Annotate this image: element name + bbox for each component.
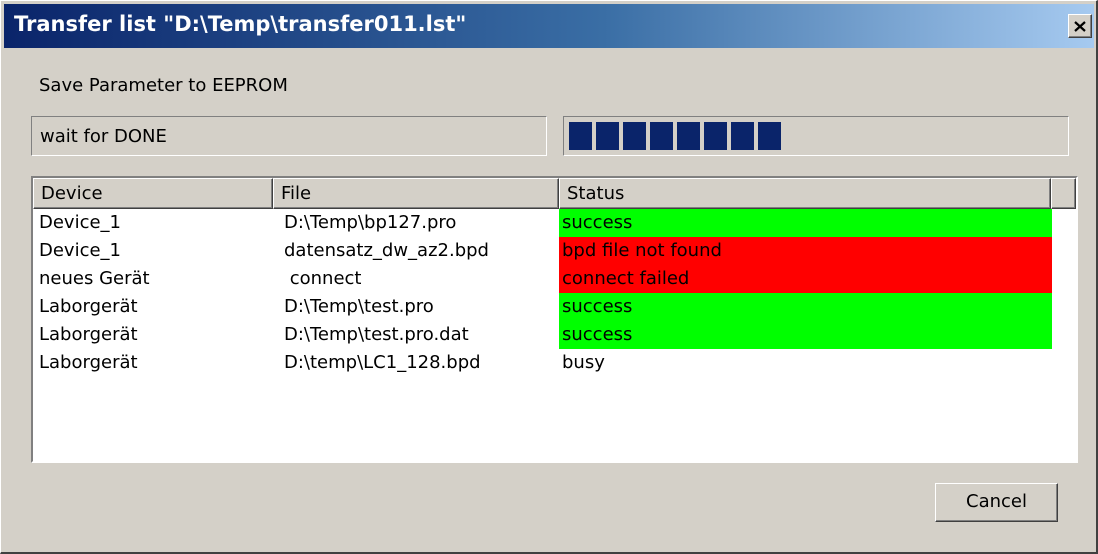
device-cell: neues Gerät — [39, 268, 150, 289]
close-icon — [1074, 20, 1086, 32]
column-header-status[interactable]: Status — [559, 178, 1051, 209]
progress-bar — [563, 116, 1069, 156]
file-cell: D:\Temp\test.pro — [284, 296, 434, 317]
status-text: wait for DONE — [40, 126, 167, 147]
file-cell: D:\Temp\bp127.pro — [284, 212, 457, 233]
table-row[interactable]: Device_1 datensatz_dw_az2.bpd bpd file n… — [33, 237, 1076, 265]
table-row[interactable]: Laborgerät D:\temp\LC1_128.bpd busy — [33, 349, 1076, 377]
cancel-button[interactable]: Cancel — [935, 483, 1058, 522]
close-button[interactable] — [1068, 14, 1092, 38]
table-row[interactable]: Device_1 D:\Temp\bp127.pro success — [33, 209, 1076, 237]
window-title: Transfer list "D:\Temp\transfer011.lst" — [14, 12, 467, 36]
device-cell: Laborgerät — [39, 352, 138, 373]
device-cell: Laborgerät — [39, 324, 138, 345]
status-cell: success — [559, 321, 1052, 349]
device-cell: Device_1 — [39, 212, 122, 233]
column-header-file[interactable]: File — [273, 178, 559, 209]
progress-fill — [569, 122, 781, 150]
status-cell: busy — [562, 352, 605, 373]
file-cell: connect — [284, 268, 362, 289]
transfer-list-dialog: Transfer list "D:\Temp\transfer011.lst" … — [0, 0, 1098, 554]
file-cell: D:\temp\LC1_128.bpd — [284, 352, 481, 373]
status-cell: success — [559, 293, 1052, 321]
table-row[interactable]: Laborgerät D:\Temp\test.pro success — [33, 293, 1076, 321]
file-cell: D:\Temp\test.pro.dat — [284, 324, 469, 345]
column-header-device[interactable]: Device — [33, 178, 273, 209]
transfer-list-table[interactable]: Device File Status Device_1 D:\Temp\bp12… — [31, 176, 1078, 463]
operation-label: Save Parameter to EEPROM — [39, 75, 288, 96]
column-header-filler — [1051, 178, 1076, 209]
status-field: wait for DONE — [31, 116, 547, 156]
file-cell: datensatz_dw_az2.bpd — [284, 240, 489, 261]
status-cell: success — [559, 209, 1052, 237]
table-header: Device File Status — [33, 178, 1076, 209]
title-bar: Transfer list "D:\Temp\transfer011.lst" — [4, 4, 1094, 48]
status-cell: bpd file not found — [559, 237, 1052, 265]
table-row[interactable]: neues Gerät connect connect failed — [33, 265, 1076, 293]
device-cell: Device_1 — [39, 240, 122, 261]
status-cell: connect failed — [559, 265, 1052, 293]
table-row[interactable]: Laborgerät D:\Temp\test.pro.dat success — [33, 321, 1076, 349]
device-cell: Laborgerät — [39, 296, 138, 317]
